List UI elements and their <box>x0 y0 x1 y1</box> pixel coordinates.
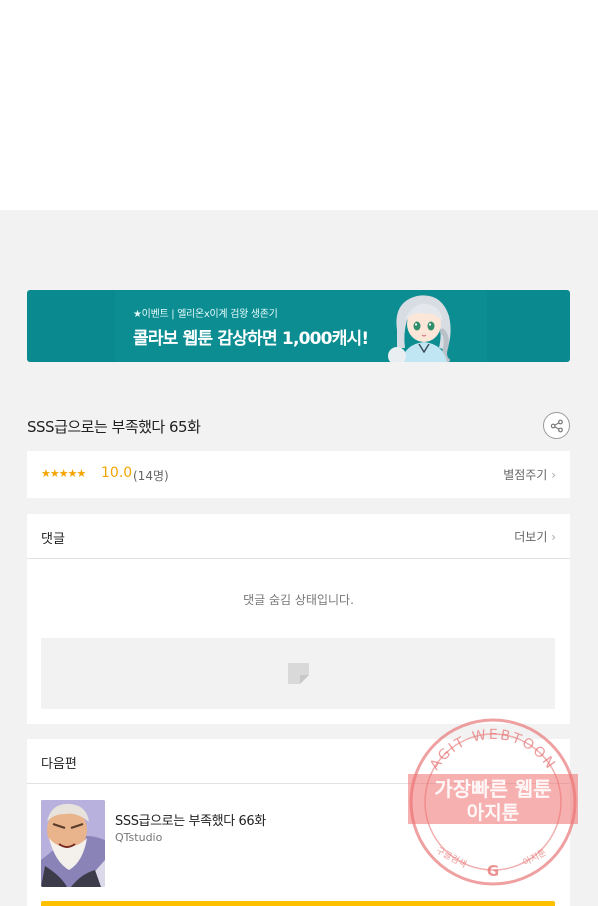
banner-character-image <box>388 295 451 362</box>
rate-button-label: 별점주기 <box>503 468 548 482</box>
next-episode-button[interactable] <box>41 901 555 906</box>
next-episode-title: SSS급으로는 부족했다 66화 <box>115 814 266 829</box>
event-banner[interactable]: ★이벤트 | 엘리온x이계 검왕 생존기 콜라보 웹툰 감상하면 1,000캐시… <box>27 290 570 362</box>
rating-score: 10.0 <box>101 465 133 481</box>
comments-more-button[interactable]: 더보기 › <box>514 528 556 545</box>
next-episode-item[interactable]: SSS급으로는 부족했다 66화 QTstudio <box>41 800 541 888</box>
banner-tag: ★이벤트 | 엘리온x이계 검왕 생존기 <box>133 309 278 320</box>
next-episode-thumbnail <box>41 800 105 887</box>
chevron-right-icon: › <box>551 468 556 482</box>
episode-title: SSS급으로는 부족했다 65화 <box>27 418 201 436</box>
chevron-right-icon: › <box>551 530 556 544</box>
next-episode-label: 다음편 <box>41 757 77 772</box>
next-episode-author: QTstudio <box>115 831 163 844</box>
comments-hidden-message: 댓글 숨김 상태입니다. <box>243 593 354 607</box>
comments-card: 댓글 더보기 › 댓글 숨김 상태입니다. <box>27 514 570 724</box>
comments-label: 댓글 <box>41 532 65 547</box>
comments-header: 댓글 더보기 › <box>27 514 570 559</box>
top-blank-area <box>0 0 598 210</box>
image-placeholder-icon <box>288 663 309 684</box>
next-episode-header: 다음편 <box>27 739 570 784</box>
banner-headline: 콜라보 웹툰 감상하면 1,000캐시! <box>133 329 369 349</box>
rate-button[interactable]: 별점주기 › <box>503 466 556 483</box>
episode-title-row: SSS급으로는 부족했다 65화 <box>27 410 570 442</box>
rating-count: (14명) <box>133 469 169 483</box>
rating-card: ★★★★★ 10.0 (14명) 별점주기 › <box>27 451 570 498</box>
comment-placeholder <box>41 638 555 709</box>
rating-stars: ★★★★★ <box>41 467 86 480</box>
comments-more-label: 더보기 <box>514 530 548 544</box>
next-episode-card: 다음편 SSS급으로는 부족했다 66화 QTstudio <box>27 739 570 906</box>
share-button[interactable] <box>543 412 570 439</box>
share-icon <box>550 419 563 432</box>
